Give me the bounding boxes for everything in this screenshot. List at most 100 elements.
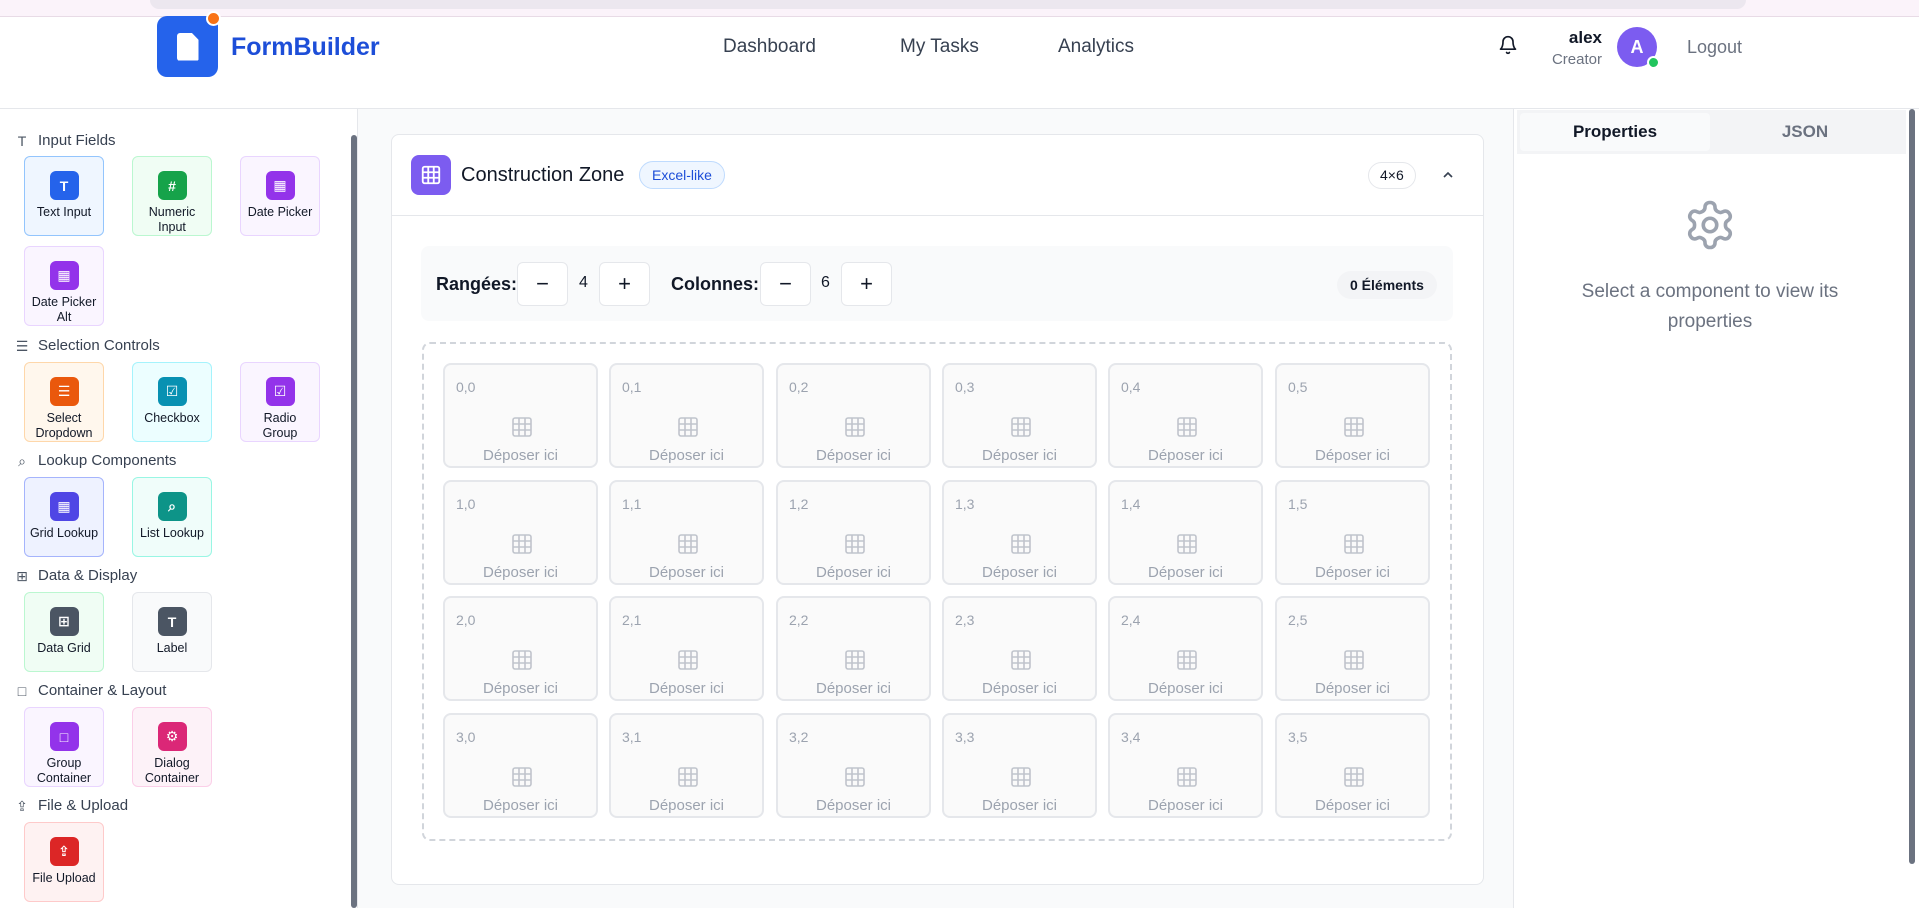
grid-cell[interactable]: 1,1 Déposer ici — [609, 480, 764, 585]
grid-cell[interactable]: 3,4 Déposer ici — [1108, 713, 1263, 818]
cell-coordinate: 0,3 — [955, 379, 975, 395]
cell-coordinate: 0,0 — [456, 379, 476, 395]
cell-coordinate: 1,0 — [456, 496, 476, 512]
table-icon: ⊞ — [49, 607, 79, 636]
grid-cell[interactable]: 1,3 Déposer ici — [942, 480, 1097, 585]
component-label: Numeric Input — [148, 205, 196, 234]
component-label: Select Dropdown — [35, 411, 93, 440]
sidebar-scrollbar[interactable] — [351, 135, 357, 908]
cols-decrement-button[interactable]: − — [760, 262, 811, 306]
component-text-input[interactable]: T Text Input — [24, 156, 104, 236]
table-icon: ⊞ — [16, 567, 28, 584]
grid-cell[interactable]: 2,1 Déposer ici — [609, 596, 764, 701]
grid-cell[interactable]: 2,3 Déposer ici — [942, 596, 1097, 701]
component-date-picker-alt[interactable]: ▦ Date Picker Alt — [24, 246, 104, 326]
checkbox-icon: ☑ — [157, 377, 187, 406]
component-label: Radio Group — [262, 411, 298, 440]
logo-icon[interactable] — [157, 16, 218, 77]
elements-count-badge: 0 Éléments — [1337, 271, 1437, 299]
component-file-upload[interactable]: ⇪ File Upload — [24, 822, 104, 902]
component-label[interactable]: T Label — [132, 592, 212, 672]
grid-cell[interactable]: 0,3 Déposer ici — [942, 363, 1097, 468]
section-file-upload: ⇪ File & Upload — [14, 797, 128, 814]
component-group-container[interactable]: □ Group Container — [24, 707, 104, 787]
component-label: Checkbox — [144, 411, 200, 425]
search-icon: ⌕ — [157, 492, 187, 521]
logout-link[interactable]: Logout — [1687, 37, 1742, 58]
grid-cell[interactable]: 1,5 Déposer ici — [1275, 480, 1430, 585]
cols-value: 6 — [821, 274, 830, 291]
grid-cell[interactable]: 3,0 Déposer ici — [443, 713, 598, 818]
component-grid-lookup[interactable]: ▦ Grid Lookup — [24, 477, 104, 557]
logo-notification-dot — [206, 11, 221, 26]
component-radio-group[interactable]: ☑ Radio Group — [240, 362, 320, 442]
user-role: Creator — [1551, 51, 1602, 68]
tab-json[interactable]: JSON — [1710, 113, 1900, 151]
drop-here-label: Déposer ici — [1147, 447, 1224, 464]
component-numeric-input[interactable]: # Numeric Input — [132, 156, 212, 236]
radio-icon: ☑ — [265, 377, 295, 406]
drop-here-label: Déposer ici — [1314, 447, 1391, 464]
grid-icon — [1342, 415, 1366, 439]
address-bar — [150, 0, 1746, 9]
grid-cell[interactable]: 0,5 Déposer ici — [1275, 363, 1430, 468]
drop-here-label: Déposer ici — [482, 797, 559, 814]
nav-analytics[interactable]: Analytics — [1058, 36, 1134, 58]
component-data-grid[interactable]: ⊞ Data Grid — [24, 592, 104, 672]
rows-label: Rangées: — [436, 274, 518, 294]
component-list-lookup[interactable]: ⌕ List Lookup — [132, 477, 212, 557]
brand-name[interactable]: FormBuilder — [231, 33, 380, 62]
chevron-up-icon[interactable] — [1436, 163, 1460, 187]
drop-here-label: Déposer ici — [648, 447, 725, 464]
rows-increment-button[interactable]: + — [599, 262, 650, 306]
cell-coordinate: 3,5 — [1288, 729, 1308, 745]
grid-icon — [510, 532, 534, 556]
nav-dashboard[interactable]: Dashboard — [723, 36, 816, 58]
excel-like-badge: Excel-like — [639, 161, 725, 189]
right-scrollbar[interactable] — [1906, 109, 1919, 908]
grid-cell[interactable]: 1,0 Déposer ici — [443, 480, 598, 585]
grid-cell[interactable]: 0,2 Déposer ici — [776, 363, 931, 468]
component-dialog-container[interactable]: ⚙ Dialog Container — [132, 707, 212, 787]
grid-cell[interactable]: 0,1 Déposer ici — [609, 363, 764, 468]
grid-icon — [510, 648, 534, 672]
grid-cell[interactable]: 2,0 Déposer ici — [443, 596, 598, 701]
grid-cell[interactable]: 2,5 Déposer ici — [1275, 596, 1430, 701]
user-name: alex — [1568, 28, 1602, 47]
upload-icon: ⇪ — [16, 797, 28, 814]
component-date-picker[interactable]: ▦ Date Picker — [240, 156, 320, 236]
search-icon: ⌕ — [18, 452, 26, 469]
grid-cell[interactable]: 0,4 Déposer ici — [1108, 363, 1263, 468]
grid-cell[interactable]: 1,4 Déposer ici — [1108, 480, 1263, 585]
component-checkbox[interactable]: ☑ Checkbox — [132, 362, 212, 442]
cell-coordinate: 3,3 — [955, 729, 975, 745]
drop-here-label: Déposer ici — [981, 680, 1058, 697]
grid-cell[interactable]: 3,3 Déposer ici — [942, 713, 1097, 818]
grid-cell[interactable]: 2,2 Déposer ici — [776, 596, 931, 701]
grid-cell[interactable]: 0,0 Déposer ici — [443, 363, 598, 468]
rows-decrement-button[interactable]: − — [517, 262, 568, 306]
cell-coordinate: 0,1 — [622, 379, 642, 395]
cols-increment-button[interactable]: + — [841, 262, 892, 306]
grid-icon — [843, 415, 867, 439]
drop-here-label: Déposer ici — [1147, 797, 1224, 814]
grid-icon — [1175, 648, 1199, 672]
grid-size-badge: 4×6 — [1368, 162, 1416, 189]
bell-icon[interactable] — [1498, 34, 1518, 56]
grid-icon — [1175, 415, 1199, 439]
tab-properties[interactable]: Properties — [1520, 113, 1710, 151]
grid-cell[interactable]: 3,5 Déposer ici — [1275, 713, 1430, 818]
cell-coordinate: 2,0 — [456, 612, 476, 628]
nav-my-tasks[interactable]: My Tasks — [900, 36, 979, 58]
grid-cell[interactable]: 3,1 Déposer ici — [609, 713, 764, 818]
grid-cell[interactable]: 3,2 Déposer ici — [776, 713, 931, 818]
component-select-dropdown[interactable]: ☰ Select Dropdown — [24, 362, 104, 442]
drop-here-label: Déposer ici — [482, 447, 559, 464]
grid-icon — [676, 648, 700, 672]
grid-cell[interactable]: 2,4 Déposer ici — [1108, 596, 1263, 701]
square-icon: □ — [49, 722, 79, 751]
drop-here-label: Déposer ici — [981, 797, 1058, 814]
grid-cell[interactable]: 1,2 Déposer ici — [776, 480, 931, 585]
hash-icon: # — [157, 171, 187, 200]
cell-coordinate: 2,4 — [1121, 612, 1141, 628]
